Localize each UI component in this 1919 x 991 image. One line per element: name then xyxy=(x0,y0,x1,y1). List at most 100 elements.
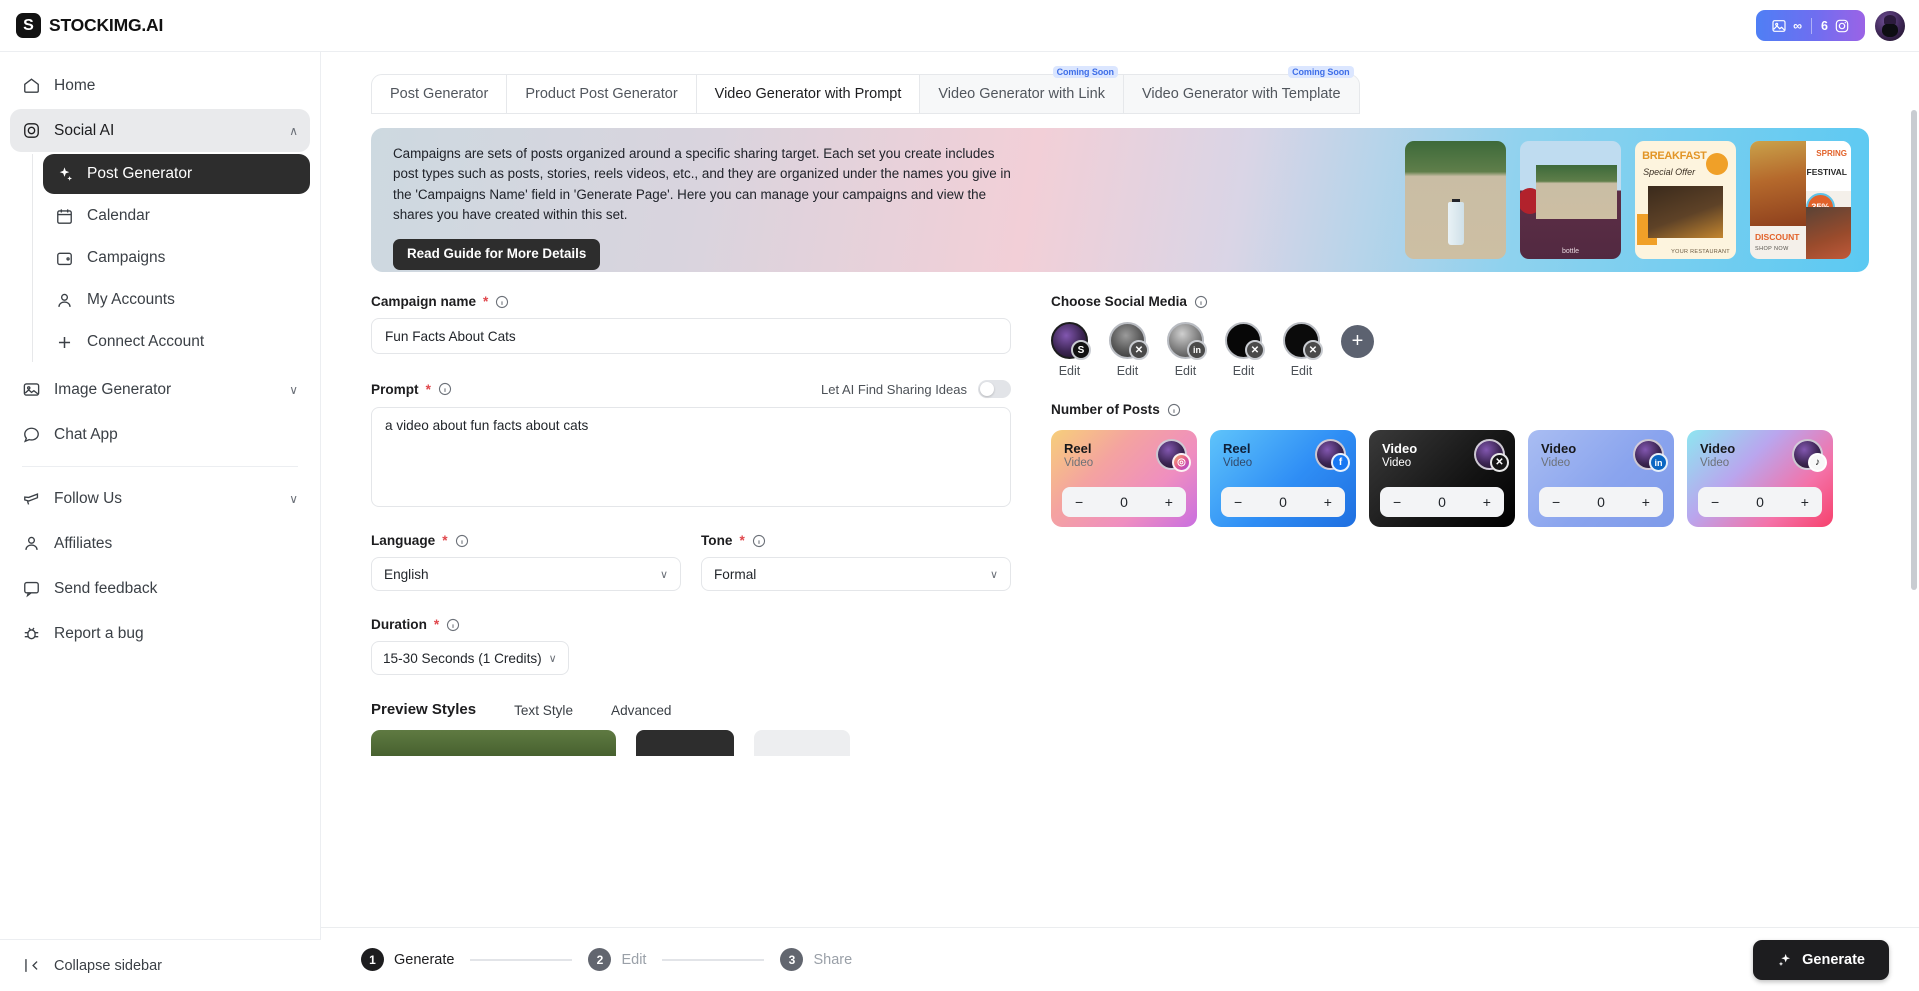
decrement-button[interactable]: − xyxy=(1234,494,1242,510)
sidebar-item-my-accounts[interactable]: My Accounts xyxy=(43,280,310,320)
info-icon[interactable] xyxy=(1194,295,1208,309)
edit-link[interactable]: Edit xyxy=(1051,364,1088,378)
ai-ideas-toggle[interactable] xyxy=(978,380,1011,398)
tiktok-icon: ♪ xyxy=(1808,453,1827,472)
tab-video-generator-with-link[interactable]: Video Generator with Link Coming Soon xyxy=(920,75,1124,113)
increment-button[interactable]: + xyxy=(1642,494,1650,510)
campaign-name-input[interactable]: Fun Facts About Cats xyxy=(371,318,1011,354)
info-icon[interactable] xyxy=(1167,403,1181,417)
tab-post-generator[interactable]: Post Generator xyxy=(372,75,507,113)
beach-bottle-thumbnail[interactable] xyxy=(1405,141,1506,259)
sidebar-item-social-ai[interactable]: Social AI ∧ xyxy=(10,109,310,152)
account-avatar: S xyxy=(1051,322,1088,359)
post-card-linkedin-video[interactable]: Video Video in − 0 + xyxy=(1528,430,1674,527)
edit-link[interactable]: Edit xyxy=(1225,364,1262,378)
tab-advanced[interactable]: Advanced xyxy=(611,703,671,718)
vertical-scrollbar[interactable] xyxy=(1911,110,1917,590)
tone-select[interactable]: Formal ∨ xyxy=(701,557,1011,591)
stockimg-icon: S xyxy=(1071,340,1091,360)
social-account-stockimg[interactable]: S Edit xyxy=(1051,322,1088,378)
social-account-x-3[interactable]: ✕ Edit xyxy=(1283,322,1320,378)
preview-image-thumb[interactable] xyxy=(371,730,616,756)
social-account-x-1[interactable]: ✕ Edit xyxy=(1109,322,1146,378)
bottle-composition-thumbnail[interactable]: bottle xyxy=(1520,141,1621,259)
social-credits[interactable]: 6 xyxy=(1811,18,1859,34)
tab-text-style[interactable]: Text Style xyxy=(514,703,573,718)
sidebar-item-chat-app[interactable]: Chat App xyxy=(10,413,310,456)
step-generate[interactable]: 1 Generate xyxy=(361,948,454,971)
spring-festival-thumbnail[interactable]: SPRING FESTIVAL 35% DISCOUNT SHOP NOW xyxy=(1750,141,1851,259)
banner-description: Campaigns are sets of posts organized ar… xyxy=(393,144,1021,226)
decrement-button[interactable]: − xyxy=(1552,494,1560,510)
count-stepper[interactable]: − 0 + xyxy=(1221,487,1345,517)
sidebar-item-label: Follow Us xyxy=(54,490,122,508)
sidebar-item-campaigns[interactable]: Campaigns xyxy=(43,238,310,278)
info-icon[interactable] xyxy=(752,534,766,548)
info-icon[interactable] xyxy=(455,534,469,548)
increment-button[interactable]: + xyxy=(1165,494,1173,510)
decrement-button[interactable]: − xyxy=(1393,494,1401,510)
collapse-sidebar-button[interactable]: Collapse sidebar xyxy=(0,939,321,991)
count-stepper[interactable]: − 0 + xyxy=(1380,487,1504,517)
edit-link[interactable]: Edit xyxy=(1283,364,1320,378)
social-account-x-2[interactable]: ✕ Edit xyxy=(1225,322,1262,378)
language-select[interactable]: English ∨ xyxy=(371,557,681,591)
sidebar-item-post-generator[interactable]: Post Generator xyxy=(43,154,310,194)
post-card-x-video[interactable]: Video Video ✕ − 0 + xyxy=(1369,430,1515,527)
image-icon xyxy=(1771,18,1787,34)
text-style-thumb[interactable] xyxy=(636,730,734,756)
count-stepper[interactable]: − 0 + xyxy=(1539,487,1663,517)
chevron-up-icon[interactable]: ∧ xyxy=(289,124,298,138)
thumbnail-title: SPRING xyxy=(1816,149,1847,158)
count-stepper[interactable]: − 0 + xyxy=(1062,487,1186,517)
account-avatar: ✕ xyxy=(1283,322,1320,359)
plus-icon xyxy=(55,333,74,352)
sidebar-item-connect-account[interactable]: Connect Account xyxy=(43,322,310,362)
edit-link[interactable]: Edit xyxy=(1167,364,1204,378)
count-stepper[interactable]: − 0 + xyxy=(1698,487,1822,517)
info-icon[interactable] xyxy=(446,618,460,632)
step-edit[interactable]: 2 Edit xyxy=(588,948,646,971)
sidebar-item-send-feedback[interactable]: Send feedback xyxy=(10,567,310,610)
decrement-button[interactable]: − xyxy=(1075,494,1083,510)
read-guide-button[interactable]: Read Guide for More Details xyxy=(393,239,600,270)
credits-pill[interactable]: ∞ 6 xyxy=(1756,10,1865,41)
edit-link[interactable]: Edit xyxy=(1109,364,1146,378)
tab-video-generator-with-prompt[interactable]: Video Generator with Prompt xyxy=(697,75,921,113)
sidebar-item-report-bug[interactable]: Report a bug xyxy=(10,612,310,655)
step-share[interactable]: 3 Share xyxy=(780,948,852,971)
sidebar-item-calendar[interactable]: Calendar xyxy=(43,196,310,236)
count-value: 0 xyxy=(1597,494,1605,510)
prompt-textarea[interactable]: a video about fun facts about cats xyxy=(371,407,1011,507)
post-card-instagram-reel[interactable]: Reel Video ◎ − 0 + xyxy=(1051,430,1197,527)
post-card-facebook-reel[interactable]: Reel Video f − 0 + xyxy=(1210,430,1356,527)
label-text: Choose Social Media xyxy=(1051,294,1187,309)
decrement-button[interactable]: − xyxy=(1711,494,1719,510)
chevron-down-icon[interactable]: ∨ xyxy=(289,383,298,397)
sidebar-item-follow-us[interactable]: Follow Us ∨ xyxy=(10,477,310,520)
info-icon[interactable] xyxy=(495,295,509,309)
social-account-linkedin[interactable]: in Edit xyxy=(1167,322,1204,378)
sidebar-item-affiliates[interactable]: Affiliates xyxy=(10,522,310,565)
generate-button[interactable]: Generate xyxy=(1753,940,1889,980)
breakfast-offer-thumbnail[interactable]: BREAKFAST Special Offer YOUR RESTAURANT xyxy=(1635,141,1736,259)
image-credits[interactable]: ∞ xyxy=(1762,18,1811,34)
step-connector xyxy=(470,959,572,961)
sidebar-item-home[interactable]: Home xyxy=(10,64,310,107)
tab-video-generator-with-template[interactable]: Video Generator with Template Coming Soo… xyxy=(1124,75,1359,113)
add-account-button[interactable]: + xyxy=(1341,325,1374,358)
info-icon[interactable] xyxy=(438,382,452,396)
sidebar-item-image-generator[interactable]: Image Generator ∨ xyxy=(10,368,310,411)
second-model-photo xyxy=(1806,207,1851,259)
tab-product-post-generator[interactable]: Product Post Generator xyxy=(507,75,696,113)
user-avatar[interactable] xyxy=(1875,11,1905,41)
duration-select[interactable]: 15-30 Seconds (1 Credits) ∨ xyxy=(371,641,569,675)
chevron-down-icon[interactable]: ∨ xyxy=(289,492,298,506)
advanced-thumb[interactable] xyxy=(754,730,850,756)
post-card-tiktok-video[interactable]: Video Video ♪ − 0 + xyxy=(1687,430,1833,527)
brand-logo[interactable]: S STOCKIMG.AI xyxy=(16,13,163,38)
banner-body: Campaigns are sets of posts organized ar… xyxy=(371,128,1021,270)
increment-button[interactable]: + xyxy=(1324,494,1332,510)
increment-button[interactable]: + xyxy=(1483,494,1491,510)
increment-button[interactable]: + xyxy=(1801,494,1809,510)
